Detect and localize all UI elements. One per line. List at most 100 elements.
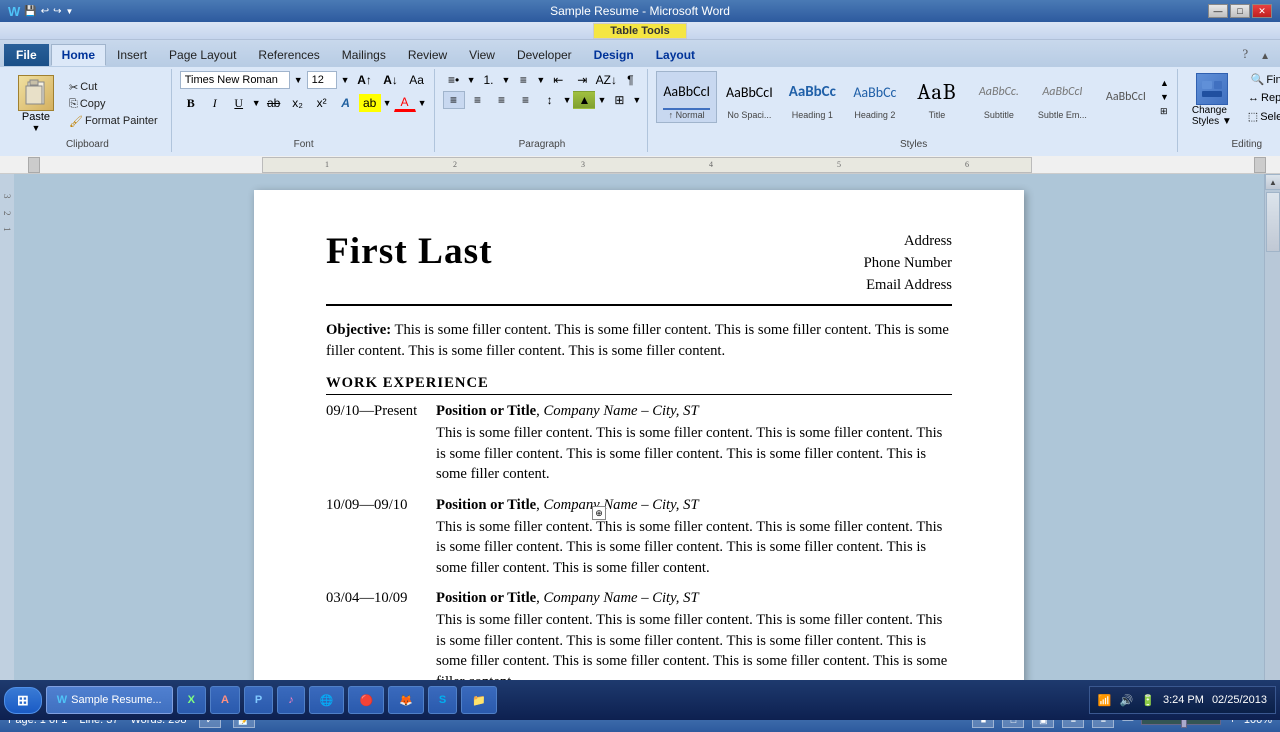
- style-subtle-em-label: Subtle Em...: [1038, 110, 1087, 120]
- change-styles-label: ChangeStyles ▼: [1192, 105, 1232, 127]
- taskbar-excel[interactable]: X: [177, 686, 206, 714]
- quick-access-dropdown[interactable]: ▼: [66, 7, 74, 16]
- sort-button[interactable]: AZ↓: [595, 71, 617, 89]
- change-styles-button[interactable]: ChangeStyles ▼: [1186, 71, 1238, 129]
- font-size-input[interactable]: [307, 71, 337, 89]
- font-size-dropdown[interactable]: ▼: [341, 75, 350, 85]
- quick-undo-icon[interactable]: ↩: [41, 6, 49, 17]
- taskbar-network[interactable]: 🌐: [309, 686, 345, 714]
- taskbar-chrome[interactable]: 🔴: [348, 686, 384, 714]
- table-move-handle[interactable]: ⊕: [592, 506, 606, 520]
- align-left-button[interactable]: ≡: [443, 91, 465, 109]
- decrease-indent-button[interactable]: ⇤: [547, 71, 569, 89]
- help-icon[interactable]: ?: [1236, 42, 1254, 66]
- start-button[interactable]: ⊞: [4, 687, 42, 714]
- taskbar-publisher[interactable]: P: [244, 686, 273, 714]
- numbering-dropdown[interactable]: ▼: [501, 75, 510, 85]
- taskbar-word[interactable]: W Sample Resume...: [46, 686, 173, 714]
- font-name-dropdown[interactable]: ▼: [294, 75, 303, 85]
- tray-volume-icon[interactable]: 🔊: [1120, 694, 1134, 707]
- tab-layout[interactable]: Layout: [645, 44, 706, 66]
- style-no-spacing[interactable]: AaBbCcI No Spaci...: [719, 71, 780, 123]
- align-right-button[interactable]: ≡: [491, 91, 513, 109]
- tray-network-icon[interactable]: 📶: [1098, 694, 1112, 707]
- style-more[interactable]: AaBbCcI: [1096, 76, 1156, 118]
- tab-review[interactable]: Review: [397, 44, 458, 66]
- superscript-button[interactable]: x²: [311, 94, 333, 112]
- bold-button[interactable]: B: [180, 94, 202, 112]
- styles-scroll-up[interactable]: ▲: [1158, 76, 1171, 90]
- taskbar-files[interactable]: 📁: [461, 686, 497, 714]
- tab-design[interactable]: Design: [583, 44, 645, 66]
- grow-font-button[interactable]: A↑: [354, 71, 376, 89]
- style-subtle-em[interactable]: AaBbCcI Subtle Em...: [1031, 71, 1094, 123]
- scroll-up-button[interactable]: ▲: [1265, 174, 1280, 190]
- find-button[interactable]: 🔍 Find ▼: [1245, 71, 1280, 88]
- style-normal[interactable]: AaBbCcI ↑ Normal: [656, 71, 717, 123]
- taskbar-firefox[interactable]: 🦊: [388, 686, 424, 714]
- align-center-button[interactable]: ≡: [467, 91, 489, 109]
- quick-redo-icon[interactable]: ↪: [53, 6, 61, 17]
- quick-save-icon[interactable]: 💾: [24, 6, 36, 17]
- subscript-button[interactable]: x₂: [287, 94, 309, 112]
- close-button[interactable]: ✕: [1252, 4, 1272, 18]
- style-title[interactable]: AaB Title: [907, 71, 967, 123]
- style-heading2[interactable]: AaBbCc Heading 2: [845, 71, 905, 123]
- select-button[interactable]: ⬚ Select ▼: [1242, 108, 1280, 125]
- line-spacing-button[interactable]: ↕: [539, 91, 561, 109]
- underline-dropdown[interactable]: ▼: [252, 98, 261, 108]
- borders-button[interactable]: ⊞: [608, 91, 630, 109]
- paste-dropdown[interactable]: ▼: [32, 123, 41, 133]
- cut-button[interactable]: ✂ Cut: [66, 80, 161, 95]
- style-subtitle[interactable]: AaBbCc. Subtitle: [969, 71, 1029, 123]
- font-color-button[interactable]: A: [394, 94, 416, 112]
- tab-developer[interactable]: Developer: [506, 44, 583, 66]
- line-spacing-dropdown[interactable]: ▼: [563, 95, 572, 105]
- styles-more-button[interactable]: ⊞: [1158, 104, 1171, 119]
- font-name-input[interactable]: [180, 71, 290, 89]
- copy-button[interactable]: ⎘ Copy: [66, 97, 161, 112]
- tab-page-layout[interactable]: Page Layout: [158, 44, 247, 66]
- bullets-dropdown[interactable]: ▼: [467, 75, 476, 85]
- increase-indent-button[interactable]: ⇥: [571, 71, 593, 89]
- multilevel-list-button[interactable]: ≡: [512, 71, 534, 89]
- shading-dropdown[interactable]: ▼: [597, 95, 606, 105]
- shrink-font-button[interactable]: A↓: [380, 71, 402, 89]
- tab-mailings[interactable]: Mailings: [331, 44, 397, 66]
- text-effects-button[interactable]: A: [335, 94, 357, 112]
- tab-home[interactable]: Home: [51, 44, 106, 66]
- show-marks-button[interactable]: ¶: [619, 71, 641, 89]
- tray-battery-icon[interactable]: 🔋: [1141, 694, 1155, 707]
- justify-button[interactable]: ≡: [515, 91, 537, 109]
- minimize-button[interactable]: —: [1208, 4, 1228, 18]
- paste-button[interactable]: Paste ▼: [10, 71, 62, 137]
- multilevel-dropdown[interactable]: ▼: [536, 75, 545, 85]
- underline-button[interactable]: U: [228, 94, 250, 112]
- font-color-dropdown[interactable]: ▼: [418, 98, 427, 108]
- format-painter-button[interactable]: 🖌 Format Painter: [66, 114, 161, 129]
- borders-dropdown[interactable]: ▼: [632, 95, 641, 105]
- tab-insert[interactable]: Insert: [106, 44, 158, 66]
- styles-scroll-down[interactable]: ▼: [1158, 90, 1171, 104]
- scroll-thumb[interactable]: [1266, 192, 1280, 252]
- italic-button[interactable]: I: [204, 94, 226, 112]
- taskbar-skype[interactable]: S: [428, 686, 457, 714]
- clear-format-button[interactable]: Aa: [406, 71, 428, 89]
- tab-file[interactable]: File: [4, 44, 49, 66]
- taskbar-access[interactable]: A: [210, 686, 240, 714]
- bullets-button[interactable]: ≡•: [443, 71, 465, 89]
- taskbar-itunes[interactable]: ♪: [277, 686, 305, 714]
- text-highlight-button[interactable]: ab: [359, 94, 381, 112]
- minimize-ribbon-icon[interactable]: ▲: [1254, 47, 1276, 66]
- strikethrough-button[interactable]: ab: [263, 94, 285, 112]
- scroll-track[interactable]: [1265, 190, 1280, 692]
- doc-area[interactable]: ⊕ First Last Address Phone Number Email …: [14, 174, 1264, 708]
- highlight-dropdown[interactable]: ▼: [383, 98, 392, 108]
- tab-view[interactable]: View: [458, 44, 506, 66]
- tab-references[interactable]: References: [247, 44, 330, 66]
- maximize-button[interactable]: □: [1230, 4, 1250, 18]
- numbering-button[interactable]: 1.: [477, 71, 499, 89]
- shading-button[interactable]: ▲: [573, 91, 595, 109]
- style-heading1[interactable]: AaBbCc Heading 1: [782, 71, 843, 123]
- replace-button[interactable]: ↔ Replace: [1242, 90, 1280, 106]
